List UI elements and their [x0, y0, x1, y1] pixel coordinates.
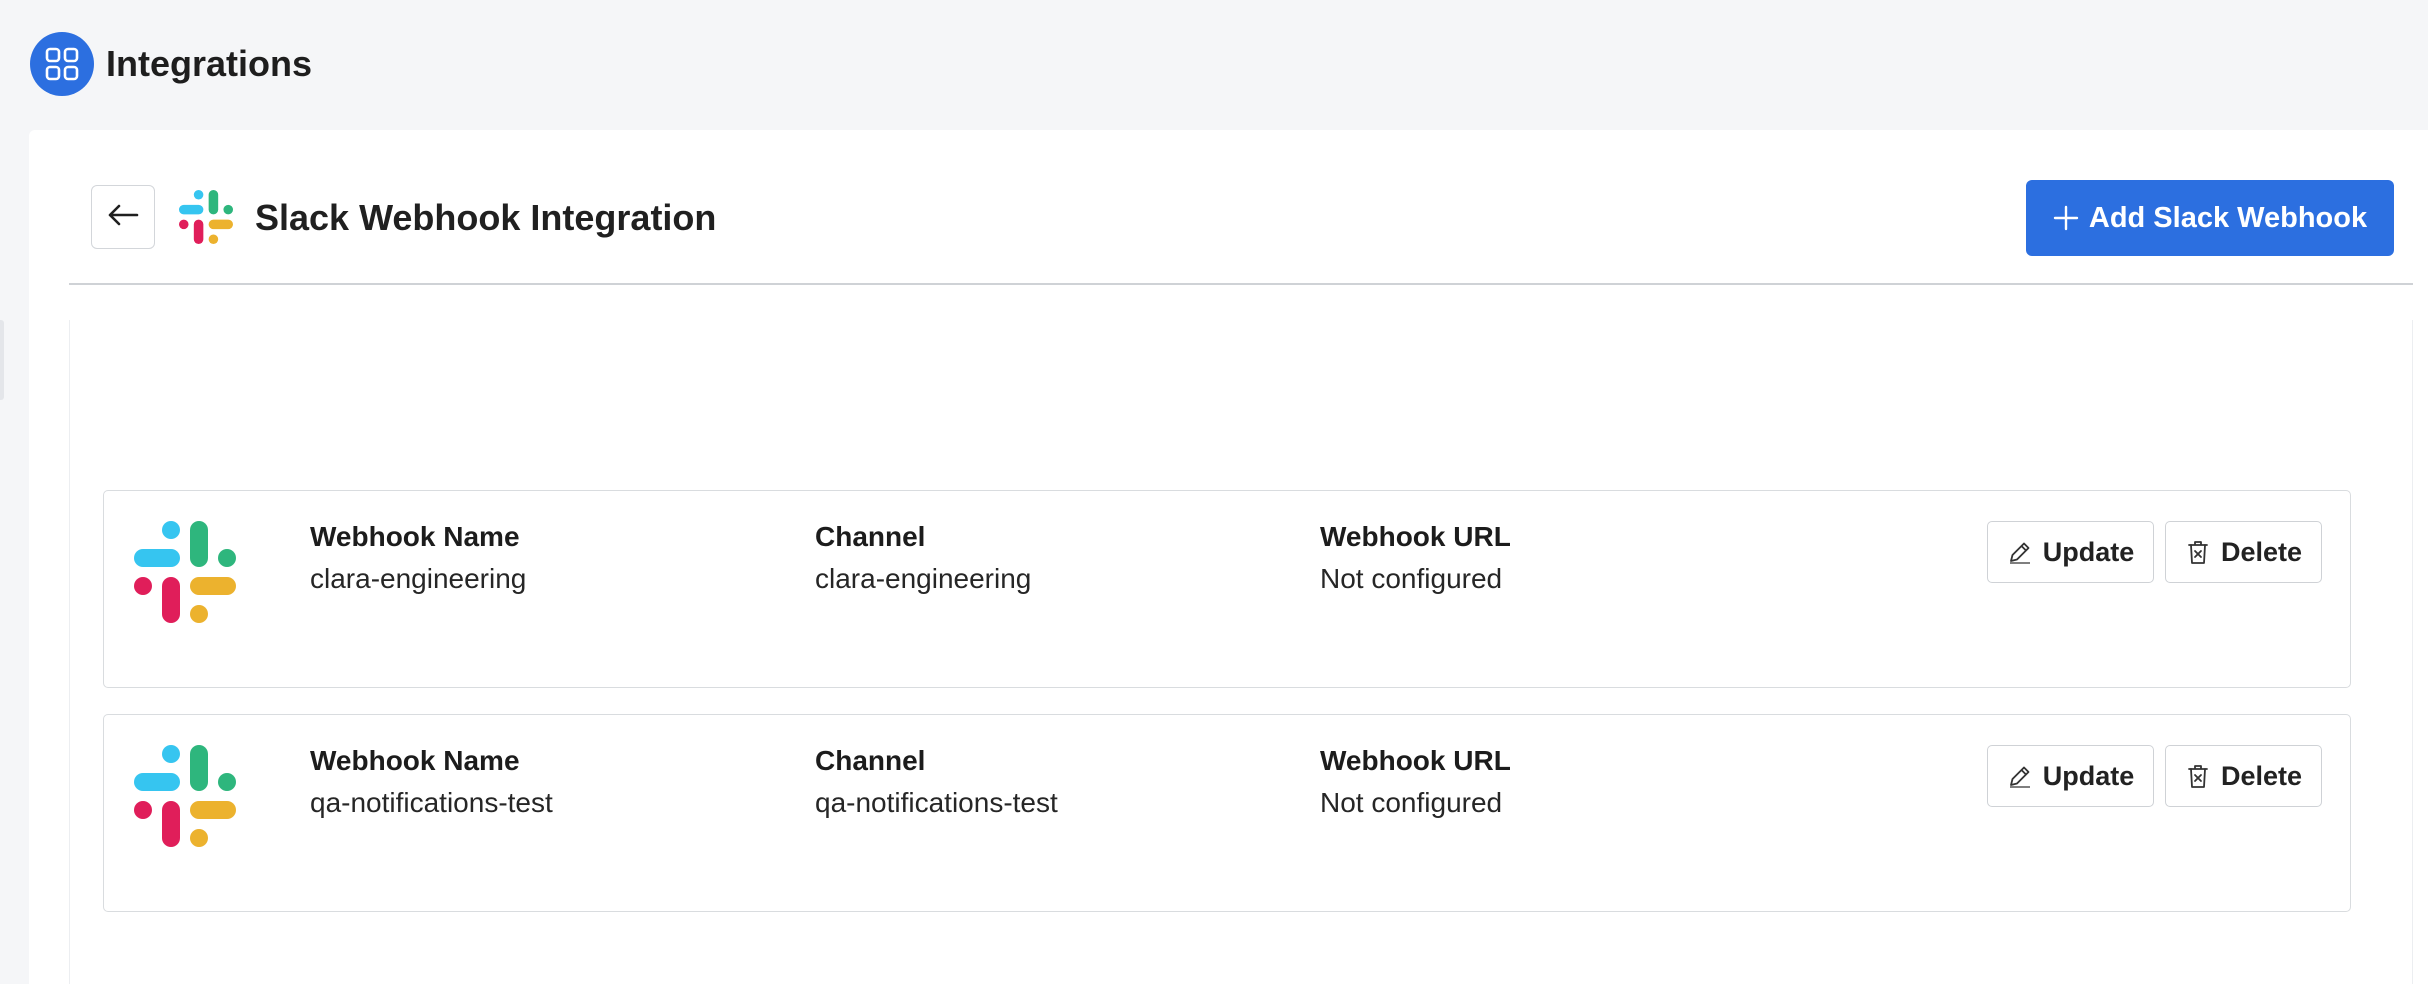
pencil-icon — [2007, 539, 2033, 565]
slack-logo-icon — [179, 190, 233, 244]
update-label: Update — [2042, 536, 2135, 567]
delete-label: Delete — [2220, 760, 2303, 791]
channel-field: Channel clara-engineering — [815, 521, 1031, 595]
plus-icon — [2053, 205, 2079, 231]
channel-value: clara-engineering — [815, 563, 1032, 594]
channel-label: Channel — [815, 521, 926, 552]
trash-icon — [2185, 763, 2211, 789]
channel-field: Channel qa-notifications-test — [815, 745, 1058, 819]
update-label: Update — [2042, 760, 2135, 791]
slack-logo-icon — [134, 521, 236, 623]
channel-label: Channel — [815, 745, 926, 776]
delete-label: Delete — [2220, 536, 2303, 567]
webhook-card: Webhook Name qa-notifications-test Chann… — [103, 714, 2351, 912]
grid-icon[interactable] — [30, 32, 94, 96]
webhook-url-field: Webhook URL Not configured — [1320, 745, 1511, 819]
page-header: Slack Webhook Integration Add Slack Webh… — [69, 130, 2413, 285]
webhook-list: Webhook Name clara-engineering Channel c… — [69, 320, 2413, 984]
webhook-url-label: Webhook URL — [1320, 745, 1511, 776]
pencil-icon — [2007, 763, 2033, 789]
trash-icon — [2185, 539, 2211, 565]
webhook-url-label: Webhook URL — [1320, 521, 1511, 552]
main-card: Slack Webhook Integration Add Slack Webh… — [29, 130, 2428, 984]
webhook-name-label: Webhook Name — [310, 745, 520, 776]
webhook-name-field: Webhook Name clara-engineering — [310, 521, 526, 595]
webhook-name-field: Webhook Name qa-notifications-test — [310, 745, 553, 819]
webhook-url-value: Not configured — [1320, 563, 1503, 594]
webhook-url-value: Not configured — [1320, 787, 1503, 818]
app-header: Integrations — [0, 0, 2428, 128]
webhook-name-value: clara-engineering — [310, 563, 527, 594]
arrow-left-icon — [107, 203, 139, 232]
add-slack-webhook-button[interactable]: Add Slack Webhook — [2026, 180, 2394, 256]
add-button-label: Add Slack Webhook — [2088, 201, 2368, 234]
webhook-name-value: qa-notifications-test — [310, 787, 553, 818]
delete-button[interactable]: Delete — [2165, 745, 2322, 807]
channel-value: qa-notifications-test — [815, 787, 1058, 818]
webhook-card: Webhook Name clara-engineering Channel c… — [103, 490, 2351, 688]
update-button[interactable]: Update — [1987, 745, 2154, 807]
back-button[interactable] — [91, 185, 155, 249]
webhook-url-field: Webhook URL Not configured — [1320, 521, 1511, 595]
page-title: Slack Webhook Integration — [255, 197, 717, 238]
sidebar-edge — [0, 320, 4, 400]
app-title: Integrations — [106, 43, 313, 84]
delete-button[interactable]: Delete — [2165, 521, 2322, 583]
slack-logo-icon — [134, 745, 236, 847]
webhook-name-label: Webhook Name — [310, 521, 520, 552]
update-button[interactable]: Update — [1987, 521, 2154, 583]
